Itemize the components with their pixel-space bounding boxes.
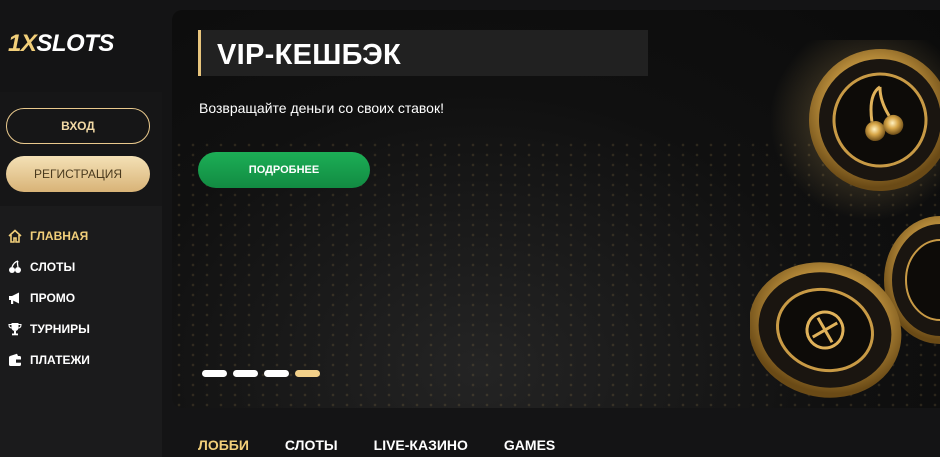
sidebar: 1XSLOTS ВХОД РЕГИСТРАЦИЯ ГЛАВНАЯ СЛОТЫ П… — [0, 0, 162, 457]
promo-banner[interactable]: VIP-КЕШБЭК Возвращайте деньги со своих с… — [172, 10, 940, 408]
sidebar-item-label: СЛОТЫ — [30, 259, 76, 274]
login-button[interactable]: ВХОД — [6, 108, 150, 144]
category-tabs: ЛОББИ СЛОТЫ LIVE-КАЗИНО GAMES — [198, 437, 591, 453]
sidebar-item-label: ГЛАВНАЯ — [30, 228, 89, 243]
home-icon — [7, 228, 23, 244]
sidebar-item-payments[interactable]: ПЛАТЕЖИ — [0, 344, 162, 375]
more-button[interactable]: ПОДРОБНЕЕ — [198, 152, 370, 188]
sidebar-item-promo[interactable]: ПРОМО — [0, 282, 162, 313]
megaphone-icon — [7, 290, 23, 306]
trophy-icon — [7, 321, 23, 337]
slider-dot[interactable] — [264, 370, 289, 377]
banner-title-box: VIP-КЕШБЭК — [198, 30, 648, 76]
banner-title: VIP-КЕШБЭК — [217, 39, 402, 71]
logo[interactable]: 1XSLOTS — [8, 30, 114, 58]
wallet-icon — [7, 352, 23, 368]
auth-panel: ВХОД РЕГИСТРАЦИЯ — [0, 92, 162, 206]
register-button[interactable]: РЕГИСТРАЦИЯ — [6, 156, 150, 192]
sidebar-item-tournaments[interactable]: ТУРНИРЫ — [0, 313, 162, 344]
slider-dot-active[interactable] — [295, 370, 320, 377]
sidebar-item-slots[interactable]: СЛОТЫ — [0, 251, 162, 282]
tab-lobby[interactable]: ЛОББИ — [198, 437, 249, 453]
cherry-icon — [7, 259, 23, 275]
logo-area: 1XSLOTS — [0, 0, 162, 92]
tab-slots[interactable]: СЛОТЫ — [285, 437, 338, 453]
logo-part2: SLOTS — [36, 30, 114, 57]
casino-chips-illustration — [750, 40, 940, 398]
slider-pagination — [202, 370, 320, 377]
banner-subtitle: Возвращайте деньги со своих ставок! — [199, 100, 444, 116]
sidebar-item-label: ПЛАТЕЖИ — [30, 352, 90, 367]
tab-live-casino[interactable]: LIVE-КАЗИНО — [374, 437, 468, 453]
sidebar-item-label: ТУРНИРЫ — [30, 321, 90, 336]
slider-dot[interactable] — [233, 370, 258, 377]
logo-part1: 1X — [8, 30, 37, 57]
tab-games[interactable]: GAMES — [504, 437, 555, 453]
sidebar-item-label: ПРОМО — [30, 290, 76, 305]
slider-dot[interactable] — [202, 370, 227, 377]
sidebar-item-home[interactable]: ГЛАВНАЯ — [0, 220, 162, 251]
sidebar-nav: ГЛАВНАЯ СЛОТЫ ПРОМО ТУРНИРЫ ПЛАТЕЖИ — [0, 220, 162, 375]
